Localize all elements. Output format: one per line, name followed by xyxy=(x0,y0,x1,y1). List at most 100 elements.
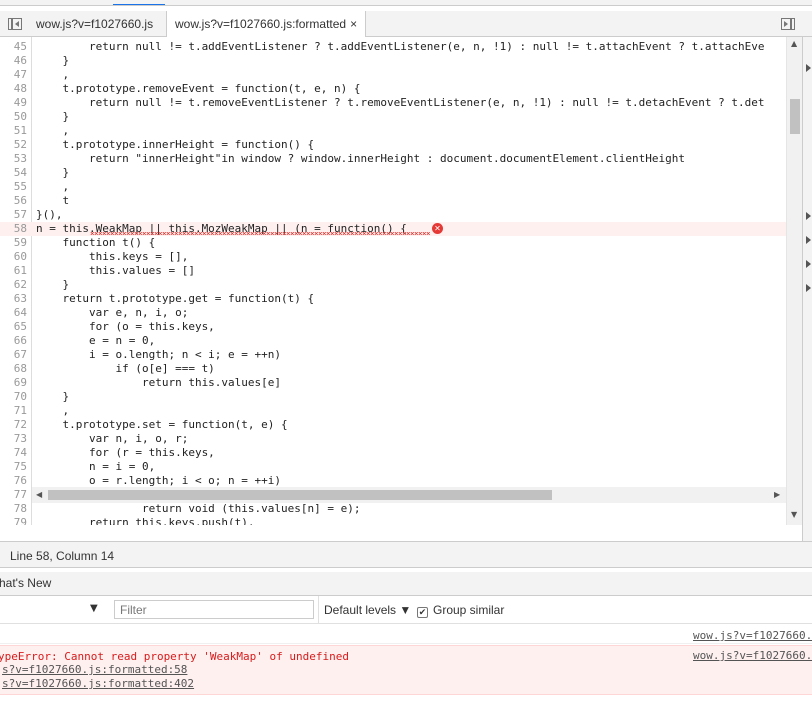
source-link[interactable]: wow.js?v=f1027660. xyxy=(693,649,812,662)
code-line[interactable]: 75 n = i = 0, xyxy=(0,460,786,474)
stack-frame-link[interactable]: s?v=f1027660.js:formatted:58 xyxy=(2,663,187,676)
code-line[interactable]: 76 o = r.length; i < o; n = ++i) xyxy=(0,474,786,488)
line-number[interactable]: 67 xyxy=(0,348,27,362)
line-number[interactable]: 70 xyxy=(0,390,27,404)
vertical-scroll-thumb[interactable] xyxy=(790,99,800,134)
line-number[interactable]: 61 xyxy=(0,264,27,278)
toggle-debugger-icon[interactable] xyxy=(779,15,797,33)
line-number[interactable]: 68 xyxy=(0,362,27,376)
line-number[interactable]: 73 xyxy=(0,432,27,446)
whats-new-tab[interactable]: hat's New xyxy=(0,576,51,590)
line-number[interactable]: 78 xyxy=(0,502,27,516)
code-line[interactable]: 67 i = o.length; n < i; e = ++n) xyxy=(0,348,786,362)
code-editor[interactable]: 45 return null != t.addEventListener ? t… xyxy=(0,37,812,525)
line-number[interactable]: 46 xyxy=(0,54,27,68)
line-number[interactable]: 66 xyxy=(0,334,27,348)
line-number[interactable]: 53 xyxy=(0,152,27,166)
scroll-down-arrow-icon[interactable]: ▼ xyxy=(791,510,797,519)
scroll-right-arrow-icon[interactable]: ▶ xyxy=(774,490,780,499)
editor-vertical-scrollbar[interactable]: ▲ ▼ xyxy=(786,37,802,525)
error-icon[interactable]: ✕ xyxy=(432,223,443,234)
code-line[interactable]: 61 this.values = [] xyxy=(0,264,786,278)
line-number[interactable]: 64 xyxy=(0,306,27,320)
code-line[interactable]: 54 } xyxy=(0,166,786,180)
code-line[interactable]: 62 } xyxy=(0,278,786,292)
expand-arrow-icon[interactable] xyxy=(806,284,811,292)
expand-arrow-icon[interactable] xyxy=(806,260,811,268)
line-number[interactable]: 74 xyxy=(0,446,27,460)
line-number[interactable]: 56 xyxy=(0,194,27,208)
code-line[interactable]: 52 t.prototype.innerHeight = function() … xyxy=(0,138,786,152)
line-number[interactable]: 79 xyxy=(0,516,27,525)
line-number[interactable]: 65 xyxy=(0,320,27,334)
toggle-navigator-icon[interactable] xyxy=(6,15,24,33)
code-line[interactable]: 78 return void (this.values[n] = e); xyxy=(0,502,786,516)
line-number[interactable]: 63 xyxy=(0,292,27,306)
code-line[interactable]: 63 return t.prototype.get = function(t) … xyxy=(0,292,786,306)
line-number[interactable]: 55 xyxy=(0,180,27,194)
scroll-up-arrow-icon[interactable]: ▲ xyxy=(791,39,797,48)
line-number[interactable]: 62 xyxy=(0,278,27,292)
line-number[interactable]: 50 xyxy=(0,110,27,124)
file-tab-wow-js-formatted[interactable]: wow.js?v=f1027660.js:formatted × xyxy=(166,11,367,38)
group-similar-checkbox[interactable]: ✔ Group similar xyxy=(417,603,504,618)
code-line[interactable]: 73 var n, i, o, r; xyxy=(0,432,786,446)
line-number[interactable]: 47 xyxy=(0,68,27,82)
code-line[interactable]: 47 , xyxy=(0,68,786,82)
line-number[interactable]: 71 xyxy=(0,404,27,418)
line-number[interactable]: 60 xyxy=(0,250,27,264)
line-number[interactable]: 72 xyxy=(0,418,27,432)
line-number[interactable]: 51 xyxy=(0,124,27,138)
line-number[interactable]: 58 xyxy=(0,222,27,236)
console-filter-input[interactable] xyxy=(114,600,314,619)
code-line[interactable]: 60 this.keys = [], xyxy=(0,250,786,264)
expand-arrow-icon[interactable] xyxy=(806,236,811,244)
code-line[interactable]: 70 } xyxy=(0,390,786,404)
code-line[interactable]: 46 } xyxy=(0,54,786,68)
error-code-line[interactable]: 58 n = this.WeakMap || this.MozWeakMap ||… xyxy=(0,222,786,236)
code-line[interactable]: 49 return null != t.removeEventListener … xyxy=(0,96,786,110)
code-line[interactable]: 50 } xyxy=(0,110,786,124)
code-line[interactable]: 74 for (r = this.keys, xyxy=(0,446,786,460)
code-line[interactable]: 53 return "innerHeight"in window ? windo… xyxy=(0,152,786,166)
line-number[interactable]: 69 xyxy=(0,376,27,390)
scroll-left-arrow-icon[interactable]: ◀ xyxy=(36,490,42,499)
horizontal-scroll-thumb[interactable] xyxy=(48,490,552,500)
default-levels-dropdown[interactable]: Default levels ▼ xyxy=(318,596,414,624)
code-line[interactable]: 65 for (o = this.keys, xyxy=(0,320,786,334)
editor-horizontal-scrollbar[interactable]: ◀ ▶ xyxy=(32,487,786,503)
line-number[interactable]: 76 xyxy=(0,474,27,488)
expand-arrow-icon[interactable] xyxy=(806,64,811,72)
code-line[interactable]: 59 function t() { xyxy=(0,236,786,250)
line-number[interactable]: 54 xyxy=(0,166,27,180)
stack-frame-link[interactable]: s?v=f1027660.js:formatted:402 xyxy=(2,677,194,690)
code-line[interactable]: 56 t xyxy=(0,194,786,208)
line-number[interactable]: 52 xyxy=(0,138,27,152)
line-number[interactable]: 48 xyxy=(0,82,27,96)
code-line[interactable]: 71 , xyxy=(0,404,786,418)
code-line[interactable]: 69 return this.values[e] xyxy=(0,376,786,390)
code-line[interactable]: 55 , xyxy=(0,180,786,194)
checkbox-icon[interactable]: ✔ xyxy=(417,607,428,618)
code-line[interactable]: 64 var e, n, i, o; xyxy=(0,306,786,320)
context-dropdown-arrow-icon[interactable]: ▼ xyxy=(90,603,98,614)
code-line[interactable]: 79 return this.keys.push(t), xyxy=(0,516,786,525)
sources-tab-indicator[interactable] xyxy=(113,0,165,5)
line-number[interactable]: 77 xyxy=(0,488,27,502)
code-line[interactable]: 51 , xyxy=(0,124,786,138)
expand-arrow-icon[interactable] xyxy=(806,212,811,220)
code-line[interactable]: 57}(), xyxy=(0,208,786,222)
code-line[interactable]: 66 e = n = 0, xyxy=(0,334,786,348)
line-number[interactable]: 75 xyxy=(0,460,27,474)
close-tab-icon[interactable]: × xyxy=(350,17,357,31)
code-line[interactable]: 48 t.prototype.removeEvent = function(t,… xyxy=(0,82,786,96)
line-number[interactable]: 49 xyxy=(0,96,27,110)
code-line[interactable]: 45 return null != t.addEventListener ? t… xyxy=(0,40,786,54)
source-link[interactable]: wow.js?v=f1027660. xyxy=(693,629,812,642)
line-number[interactable]: 45 xyxy=(0,40,27,54)
line-number[interactable]: 59 xyxy=(0,236,27,250)
code-line[interactable]: 72 t.prototype.set = function(t, e) { xyxy=(0,418,786,432)
code-line[interactable]: 68 if (o[e] === t) xyxy=(0,362,786,376)
file-tab-wow-js[interactable]: wow.js?v=f1027660.js xyxy=(28,11,161,37)
line-number[interactable]: 57 xyxy=(0,208,27,222)
